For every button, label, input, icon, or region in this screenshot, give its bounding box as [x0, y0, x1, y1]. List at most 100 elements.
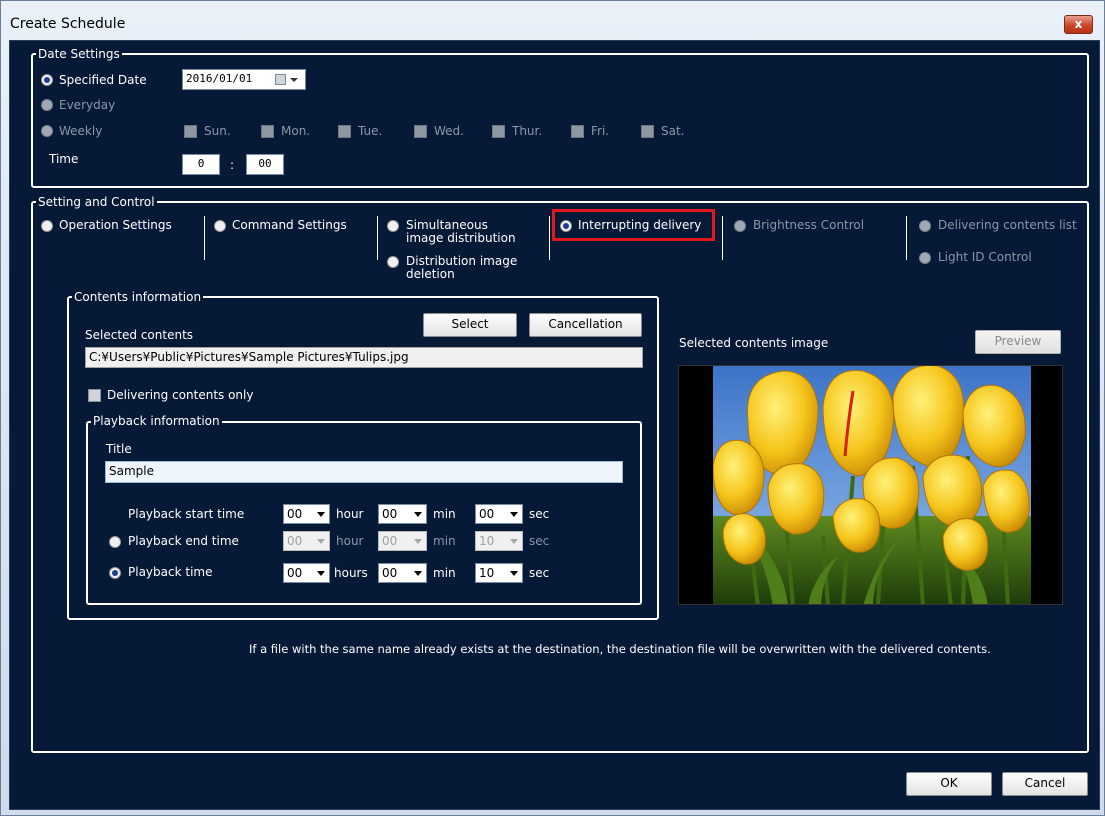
duration-min-select[interactable]: 00 [378, 563, 427, 583]
playback-end-label: Playback end time [128, 534, 239, 548]
simultaneous-distribution-label-1: Simultaneous [406, 218, 488, 232]
weekly-label: Weekly [59, 124, 103, 138]
chevron-down-icon [317, 512, 325, 517]
light-id-control-label: Light ID Control [938, 250, 1032, 264]
close-button[interactable]: x [1064, 15, 1093, 34]
operation-settings-radio[interactable] [41, 220, 53, 232]
end-min-value: 00 [382, 534, 398, 548]
distribution-deletion-label-2: deletion [406, 267, 455, 281]
duration-sec-unit: sec [529, 566, 550, 580]
weekly-radio[interactable] [41, 125, 53, 137]
interrupting-delivery-radio[interactable] [560, 220, 572, 232]
duration-sec-value: 10 [479, 566, 495, 580]
playback-time-label: Playback time [128, 565, 213, 579]
separator [722, 216, 723, 260]
playback-end-radio[interactable] [109, 536, 121, 548]
delivering-contents-list-radio[interactable] [919, 220, 931, 232]
day-checkbox-tue[interactable] [338, 125, 351, 138]
duration-hour-select[interactable]: 00 [283, 563, 330, 583]
end-sec-select[interactable]: 10 [475, 531, 523, 551]
end-hour-value: 00 [287, 534, 303, 548]
operation-settings-label: Operation Settings [59, 218, 172, 232]
overwrite-notice: If a file with the same name already exi… [249, 642, 991, 656]
day-label-mon: Mon. [281, 124, 311, 138]
light-id-control-radio[interactable] [919, 252, 931, 264]
brightness-control-radio[interactable] [734, 220, 746, 232]
title-input[interactable]: Sample [105, 461, 623, 483]
end-hour-select[interactable]: 00 [283, 531, 330, 551]
date-picker-field[interactable]: 2016/01/01 [182, 69, 306, 90]
day-label-sat: Sat. [661, 124, 685, 138]
start-sec-select[interactable]: 00 [475, 504, 523, 524]
selected-contents-image-label: Selected contents image [679, 336, 829, 350]
date-settings-title: Date Settings [36, 47, 122, 61]
start-sec-value: 00 [479, 507, 495, 521]
playback-time-radio[interactable] [109, 567, 121, 579]
delivering-contents-only-label: Delivering contents only [107, 388, 254, 402]
specified-date-label: Specified Date [59, 73, 147, 87]
day-checkbox-wed[interactable] [414, 125, 427, 138]
date-value: 2016/01/01 [186, 72, 253, 85]
end-min-select[interactable]: 00 [378, 531, 427, 551]
separator [204, 216, 205, 260]
title-bar[interactable]: Create Schedule x [1, 1, 1104, 41]
day-label-fri: Fri. [591, 124, 610, 138]
day-checkbox-sun[interactable] [184, 125, 197, 138]
chevron-down-icon [510, 512, 518, 517]
start-min-select[interactable]: 00 [378, 504, 427, 524]
chevron-down-icon [510, 571, 518, 576]
delivering-contents-only-checkbox[interactable] [88, 389, 101, 402]
start-min-unit: min [433, 507, 456, 521]
end-min-unit: min [433, 534, 456, 548]
simultaneous-distribution-label-2: image distribution [406, 231, 516, 245]
start-sec-unit: sec [529, 507, 550, 521]
delivering-contents-list-label: Delivering contents list [938, 218, 1077, 232]
interrupting-delivery-label: Interrupting delivery [578, 218, 702, 232]
duration-sec-select[interactable]: 10 [475, 563, 523, 583]
chevron-down-icon [510, 539, 518, 544]
time-min-field[interactable]: 00 [246, 154, 284, 175]
playback-start-label: Playback start time [128, 507, 245, 521]
command-settings-radio[interactable] [214, 220, 226, 232]
day-checkbox-fri[interactable] [571, 125, 584, 138]
select-button[interactable]: Select [423, 313, 517, 337]
start-min-value: 00 [382, 507, 398, 521]
dialog-title: Create Schedule [10, 16, 126, 32]
day-label-wed: Wed. [434, 124, 464, 138]
everyday-label: Everyday [59, 98, 116, 112]
day-label-sun: Sun. [204, 124, 231, 138]
start-hour-unit: hour [336, 507, 364, 521]
duration-min-unit: min [433, 566, 456, 580]
cancellation-button[interactable]: Cancellation [529, 313, 642, 337]
distribution-deletion-radio[interactable] [387, 256, 399, 268]
everyday-radio[interactable] [41, 99, 53, 111]
cancel-button[interactable]: Cancel [1002, 772, 1088, 796]
contents-information-title: Contents information [72, 290, 204, 304]
selected-contents-image [678, 365, 1063, 605]
duration-min-value: 00 [382, 566, 398, 580]
tulips-image [713, 366, 1031, 604]
title-label: Title [106, 442, 132, 456]
day-checkbox-thur[interactable] [492, 125, 505, 138]
specified-date-radio[interactable] [41, 74, 53, 86]
duration-hour-unit: hours [334, 566, 368, 580]
calendar-icon[interactable] [275, 74, 286, 85]
chevron-down-icon[interactable] [290, 78, 298, 82]
ok-button[interactable]: OK [906, 772, 992, 796]
simultaneous-distribution-radio[interactable] [387, 220, 399, 232]
start-hour-select[interactable]: 00 [283, 504, 330, 524]
time-separator: : [230, 158, 235, 172]
preview-button[interactable]: Preview [975, 330, 1061, 354]
brightness-control-label: Brightness Control [753, 218, 865, 232]
day-checkbox-sat[interactable] [641, 125, 654, 138]
dialog-window: Create Schedule x Date Settings Specifie… [0, 0, 1105, 816]
end-sec-value: 10 [479, 534, 495, 548]
separator [377, 216, 378, 260]
day-label-tue: Tue. [358, 124, 383, 138]
day-label-thur: Thur. [512, 124, 543, 138]
day-checkbox-mon[interactable] [261, 125, 274, 138]
time-hour-field[interactable]: 0 [182, 154, 220, 175]
separator [549, 216, 550, 260]
setting-control-title: Setting and Control [36, 195, 157, 209]
chevron-down-icon [317, 539, 325, 544]
